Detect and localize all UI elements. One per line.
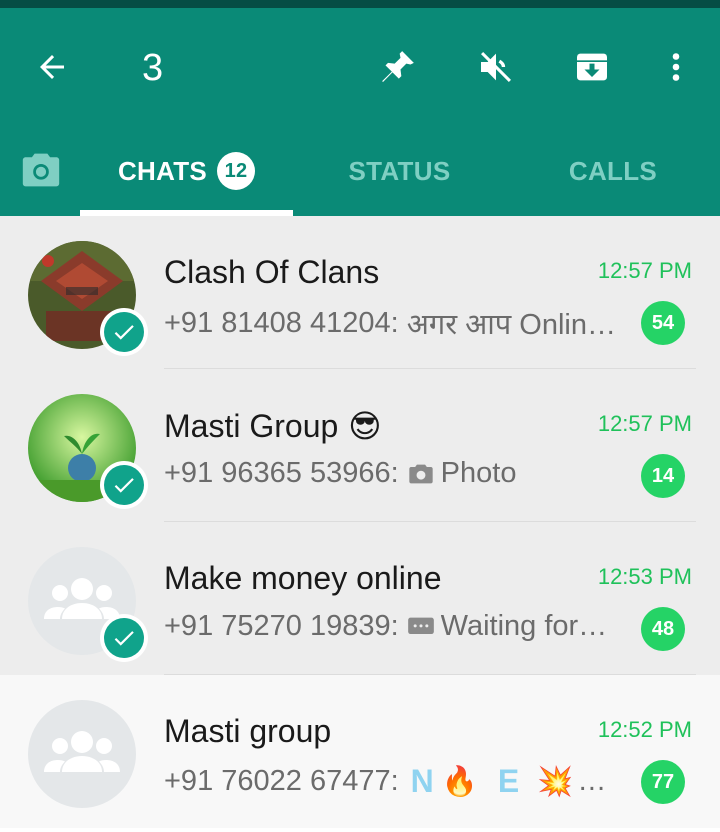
selected-check	[100, 614, 148, 662]
chat-name: Clash Of Clans	[164, 254, 380, 290]
preview-sender: +91 96365 53966:	[164, 457, 399, 489]
unread-badge: 14	[641, 454, 685, 498]
mute-icon[interactable]	[472, 43, 520, 91]
camera-icon	[407, 462, 435, 486]
chat-preview: +91 81408 41204: अगर आप Onlin…	[164, 304, 626, 343]
tab-calls[interactable]: CALLS	[506, 126, 720, 216]
chat-name-text: Masti Group	[164, 407, 339, 444]
chat-time: 12:52 PM	[597, 717, 692, 742]
camera-tab-icon[interactable]	[14, 146, 68, 194]
chat-row[interactable]: Masti group 12:52 PM +91 76022 67477: N …	[0, 675, 720, 828]
selected-check	[100, 461, 148, 509]
chat-preview: +91 96365 53966: Photo	[164, 457, 626, 490]
status-bar-strip	[0, 0, 720, 8]
more-vert-icon[interactable]	[652, 43, 700, 91]
selection-toolbar: 3	[0, 8, 720, 126]
preview-message: Waiting for…	[440, 610, 608, 642]
tab-chats-label: CHATS	[117, 155, 208, 186]
preview-sender: +91 75270 19839:	[164, 610, 399, 642]
message-bubble-icon	[407, 616, 435, 638]
chat-name: Masti Group 😎	[164, 407, 386, 445]
chats-unread-badge: 12	[217, 152, 256, 190]
preview-ellipsis: …	[577, 765, 607, 797]
check-icon	[104, 465, 144, 505]
tab-bar: CHATS 12 STATUS CALLS	[0, 126, 720, 216]
chat-time: 12:57 PM	[597, 411, 692, 436]
back-arrow-icon[interactable]	[28, 43, 76, 91]
group-avatar	[28, 700, 136, 808]
check-icon	[104, 618, 144, 658]
unread-badge: 54	[641, 301, 685, 345]
tab-chats[interactable]: CHATS 12	[80, 126, 293, 216]
fire-emoji: 🔥	[441, 765, 478, 798]
selected-check	[100, 308, 148, 356]
app-bar: 3 CHATS 12 STATUS CALLS	[0, 8, 720, 216]
check-icon	[104, 312, 144, 352]
preview-message: Photo	[440, 457, 517, 489]
chat-list: Clash Of Clans 12:57 PM +91 81408 41204:…	[0, 216, 720, 832]
sunglasses-emoji: 😎	[348, 408, 382, 444]
preview-message: अगर आप Onlin…	[406, 309, 616, 341]
preview-sender: +91 81408 41204:	[164, 307, 399, 339]
preview-letter-e: E	[497, 763, 520, 799]
unread-badge: 48	[641, 607, 685, 651]
chat-name: Make money online	[164, 560, 442, 596]
chat-preview: +91 76022 67477: N 🔥 E 💥 …	[164, 763, 626, 800]
tab-status[interactable]: STATUS	[293, 126, 506, 216]
chat-preview: +91 75270 19839: Waiting for…	[164, 610, 626, 643]
preview-letter-n: N	[410, 763, 434, 799]
chat-row[interactable]: Masti Group 😎 12:57 PM +91 96365 53966: …	[0, 369, 720, 522]
collision-emoji: 💥	[537, 765, 574, 798]
group-icon	[44, 731, 120, 772]
unread-badge: 77	[641, 760, 685, 804]
chat-row[interactable]: Clash Of Clans 12:57 PM +91 81408 41204:…	[0, 216, 720, 369]
chat-name: Masti group	[164, 713, 332, 749]
selected-count: 3	[142, 47, 164, 89]
chat-time: 12:53 PM	[597, 564, 692, 589]
chat-row[interactable]: Make money online 12:53 PM +91 75270 198…	[0, 522, 720, 675]
preview-sender: +91 76022 67477:	[164, 765, 399, 797]
archive-icon[interactable]	[568, 43, 616, 91]
pin-icon[interactable]	[374, 43, 422, 91]
chat-time: 12:57 PM	[597, 258, 692, 283]
